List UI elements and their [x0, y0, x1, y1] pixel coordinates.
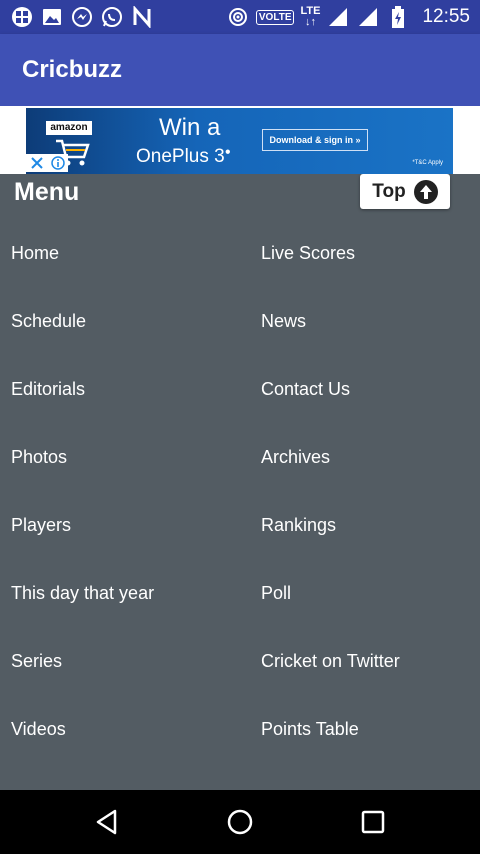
- info-icon[interactable]: [50, 156, 65, 170]
- ad-choices[interactable]: [26, 154, 68, 172]
- menu-item-videos[interactable]: Videos: [11, 719, 66, 740]
- lte-indicator: LTE ↓↑: [300, 5, 321, 28]
- hotspot-icon: [226, 5, 250, 29]
- ad-banner[interactable]: amazon Win a OnePlus 3● Download & sign …: [26, 108, 453, 174]
- app-title: Cricbuzz: [22, 56, 123, 83]
- ad-cta-button[interactable]: Download & sign in »: [262, 129, 368, 151]
- menu-item-this-day-that-year[interactable]: This day that year: [11, 583, 154, 604]
- volte-badge: VOLTE: [255, 9, 295, 25]
- menu-item-archives[interactable]: Archives: [261, 447, 330, 468]
- app-bar: Cricbuzz: [0, 34, 480, 106]
- arrow-up-icon: [413, 179, 438, 204]
- ad-brand: amazon: [46, 121, 92, 135]
- home-icon[interactable]: [224, 806, 256, 838]
- menu-item-schedule[interactable]: Schedule: [11, 311, 86, 332]
- grid-app-icon: [10, 5, 34, 29]
- menu-item-points-table[interactable]: Points Table: [261, 719, 359, 740]
- status-bar: VOLTE LTE ↓↑ 12:55: [0, 0, 480, 34]
- close-icon[interactable]: [30, 156, 44, 170]
- navigation-bar: [0, 790, 480, 854]
- back-icon[interactable]: [91, 806, 123, 838]
- menu-item-rankings[interactable]: Rankings: [261, 515, 336, 536]
- menu-item-players[interactable]: Players: [11, 515, 71, 536]
- menu-item-news[interactable]: News: [261, 311, 306, 332]
- menu-panel: Menu Top Home Live Scores Schedule News …: [0, 174, 480, 790]
- whatsapp-icon: [100, 5, 124, 29]
- menu-item-cricket-on-twitter[interactable]: Cricket on Twitter: [261, 651, 400, 672]
- signal-icon: [356, 5, 380, 29]
- menu-item-live-scores[interactable]: Live Scores: [261, 243, 355, 264]
- lte-label: LTE: [300, 5, 321, 17]
- status-time: 12:55: [422, 6, 470, 27]
- menu-item-home[interactable]: Home: [11, 243, 59, 264]
- n-app-icon: [130, 5, 154, 29]
- menu-item-contact-us[interactable]: Contact Us: [261, 379, 350, 400]
- menu-item-poll[interactable]: Poll: [261, 583, 291, 604]
- signal-icon: [326, 5, 350, 29]
- gallery-icon: [40, 5, 64, 29]
- ad-area: amazon Win a OnePlus 3● Download & sign …: [0, 106, 480, 174]
- menu-item-editorials[interactable]: Editorials: [11, 379, 85, 400]
- ad-terms: *T&C Apply: [412, 160, 443, 166]
- battery-icon: [386, 5, 410, 29]
- ad-product-name: OnePlus 3: [136, 146, 225, 167]
- top-label: Top: [372, 180, 406, 202]
- menu-item-series[interactable]: Series: [11, 651, 62, 672]
- ad-headline: Win a: [159, 114, 221, 141]
- recents-icon[interactable]: [357, 806, 389, 838]
- menu-item-photos[interactable]: Photos: [11, 447, 67, 468]
- ad-product: OnePlus 3●: [136, 146, 231, 167]
- messenger-icon: [70, 5, 94, 29]
- menu-title: Menu: [14, 178, 80, 206]
- top-button[interactable]: Top: [360, 174, 450, 209]
